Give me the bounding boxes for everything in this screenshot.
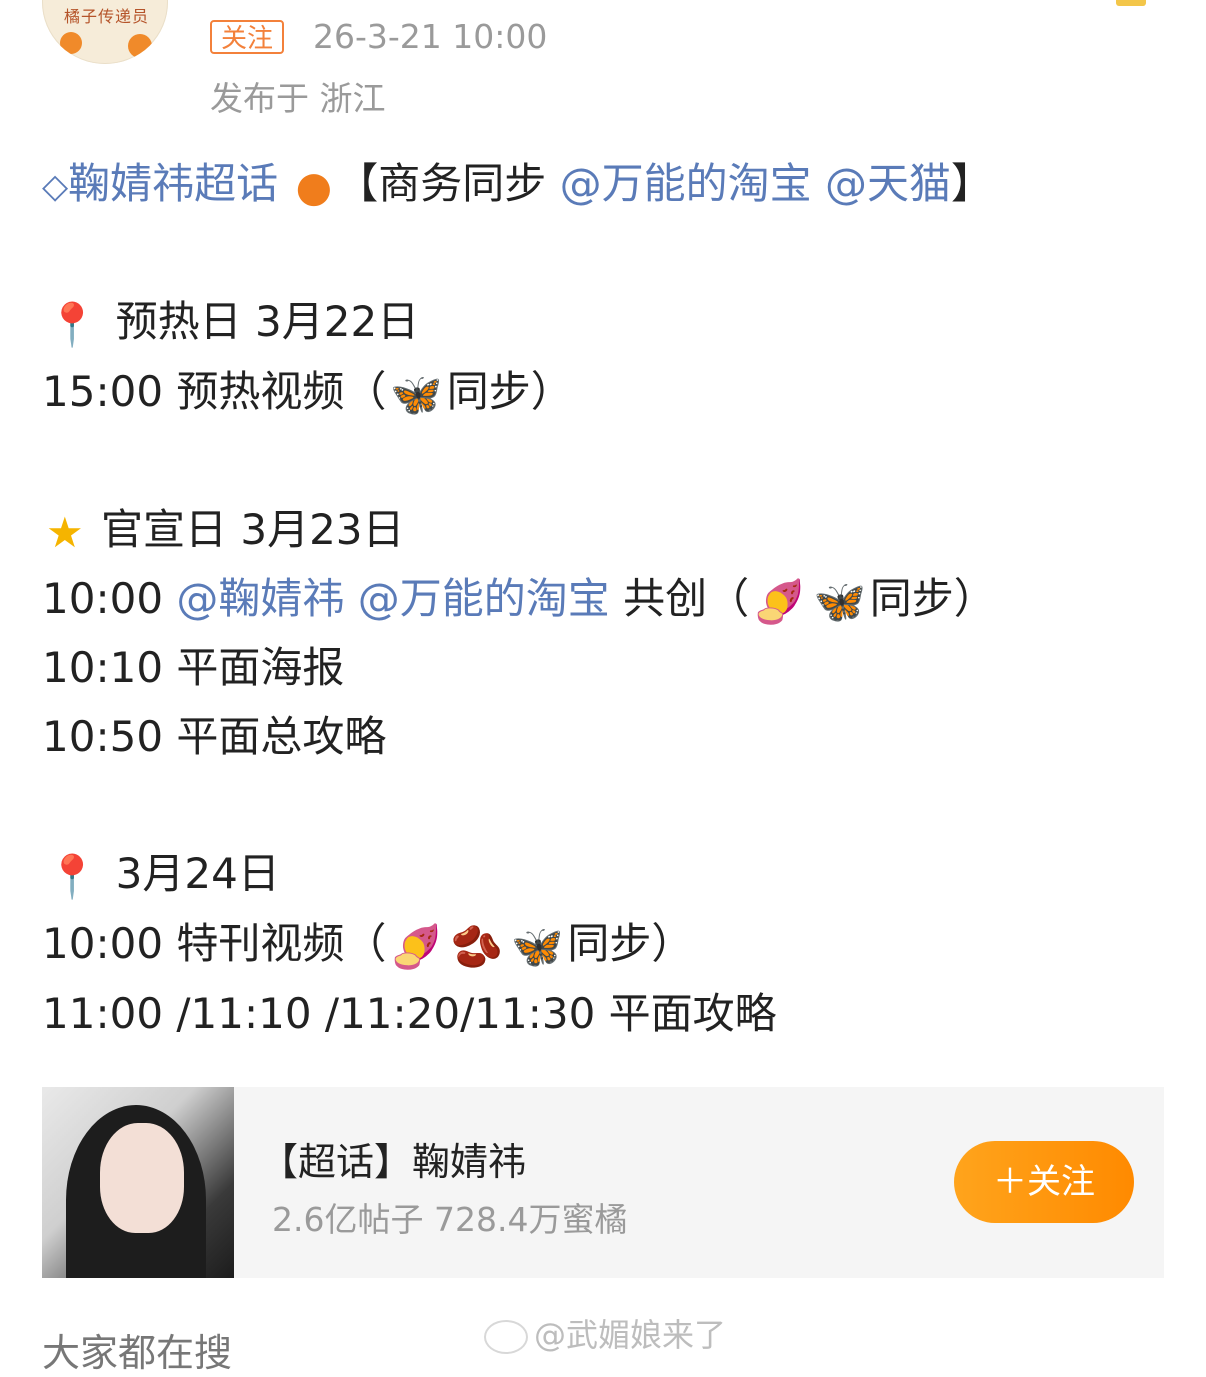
butterfly-emoji: 🦋 — [390, 369, 443, 419]
mention-jujingyi[interactable]: @鞠婧祎 — [176, 574, 344, 623]
day2-item3: 10:50 平面总攻略 — [42, 712, 387, 761]
pin-icon: 📍 — [46, 851, 99, 901]
item-time: 15:00 — [42, 367, 164, 416]
follow-tag[interactable]: 关注 — [210, 20, 285, 54]
diamond-icon: ◇ — [42, 166, 69, 207]
card-title: 【超话】鞠婧祎 — [260, 1140, 527, 1184]
avatar-text: 橘子传递员 — [64, 7, 150, 26]
topic-photo — [42, 1087, 234, 1278]
decoration-icon — [1116, 0, 1146, 6]
day1-item1: 15:00 预热视频（🦋同步） — [42, 358, 573, 420]
day3-item1: 10:00 特刊视频（🍠 🫘 🦋同步） — [42, 910, 693, 972]
mention-tmall[interactable]: @天猫 — [825, 159, 951, 208]
sweet-potato-emoji: 🍠 — [753, 576, 806, 626]
day1-title: 预热日 3月22日 — [115, 297, 420, 346]
day3-item2: 11:00 /11:10 /11:20/11:30 平面攻略 — [42, 989, 777, 1038]
weibo-icon — [484, 1320, 528, 1354]
item-text: 特刊视频（ — [176, 919, 387, 968]
top-right-icons — [1056, 0, 1146, 10]
watermark: @武媚娘来了 — [484, 1310, 726, 1356]
day3-title: 3月24日 — [115, 849, 280, 898]
avatar-decoration — [128, 34, 152, 58]
beans-emoji: 🫘 — [450, 921, 504, 971]
item-end: 同步） — [567, 919, 694, 968]
post-location: 发布于 浙江 — [210, 79, 386, 118]
post-suffix: 】 — [950, 159, 993, 208]
item-end: 同步） — [869, 574, 996, 623]
butterfly-emoji: 🦋 — [511, 921, 564, 971]
watermark-text: @武媚娘来了 — [534, 1316, 727, 1354]
day2-item2: 10:10 平面海报 — [42, 643, 345, 692]
star-emoji: ★ — [46, 508, 84, 557]
post-prefix: 【商务同步 — [336, 159, 547, 208]
super-topic-card[interactable]: 【超话】鞠婧祎 2.6亿帖子 728.4万蜜橘 ＋关注 — [42, 1087, 1164, 1278]
day2-title-line: ★ 官宣日 3月23日 — [42, 496, 405, 557]
butterfly-emoji: 🦋 — [813, 576, 866, 626]
orange-emoji: ● — [295, 162, 333, 211]
day1-title-line: 📍 预热日 3月22日 — [42, 288, 419, 350]
mention-taobao[interactable]: @万能的淘宝 — [358, 574, 610, 623]
mention-taobao[interactable]: @万能的淘宝 — [560, 159, 812, 208]
item-end: 同步） — [446, 367, 573, 416]
item-time: 10:00 — [42, 919, 164, 968]
item-text: 预热视频（ — [176, 367, 387, 416]
pin-icon: 📍 — [46, 299, 99, 349]
topic-link[interactable]: 鞠婧祎超话 — [68, 159, 278, 208]
card-stats: 2.6亿帖子 728.4万蜜橘 — [272, 1200, 628, 1239]
sweet-potato-emoji: 🍠 — [390, 921, 443, 971]
day2-item1: 10:00 @鞠婧祎 @万能的淘宝 共创（🍠 🦋同步） — [42, 565, 996, 627]
photo-face — [100, 1123, 184, 1233]
day3-title-line: 📍 3月24日 — [42, 840, 280, 902]
day2-title: 官宣日 3月23日 — [101, 505, 405, 554]
post-time: 26-3-21 10:00 — [313, 17, 548, 56]
avatar-decoration — [60, 32, 82, 54]
item-time: 10:00 — [42, 574, 164, 623]
follow-button[interactable]: ＋关注 — [954, 1141, 1134, 1223]
trending-search-label: 大家都在搜 — [42, 1331, 233, 1375]
item-text: 共创（ — [623, 574, 750, 623]
avatar[interactable]: 橘子传递员 — [42, 0, 168, 64]
post-line-topic: ◇鞠婧祎超话 ●【商务同步 @万能的淘宝 @天猫】 — [42, 150, 993, 211]
